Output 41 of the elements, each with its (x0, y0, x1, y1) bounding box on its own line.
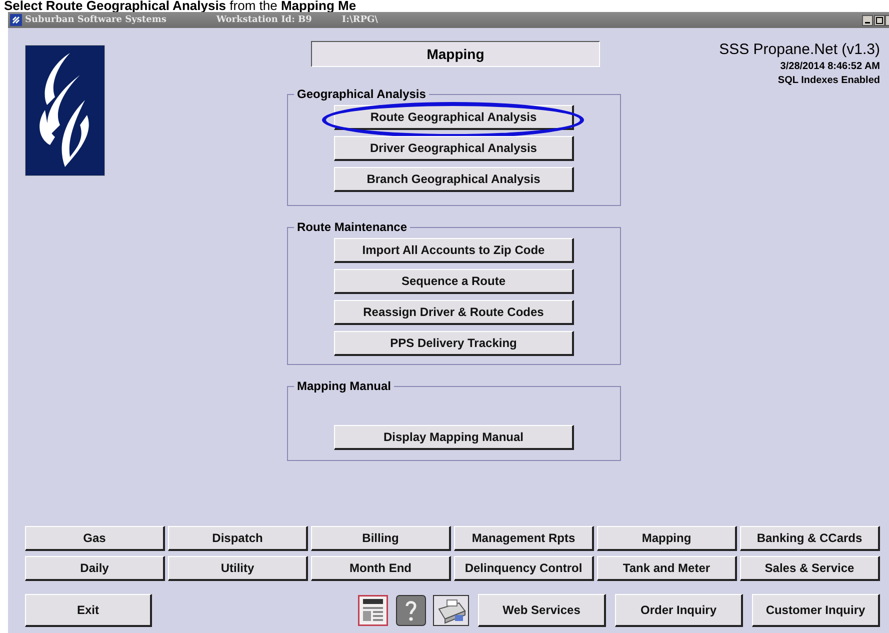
action-button[interactable]: Web Services (478, 594, 606, 626)
caption: Select Route Geographical Analysis from the Mapping Me (3, 0, 356, 12)
module-button[interactable]: Management Rpts (454, 526, 594, 551)
action-button[interactable]: Order Inquiry (615, 594, 743, 626)
group-title: Mapping Manual (296, 379, 392, 393)
window-title: Suburban Software Systems (25, 14, 166, 26)
menu-button[interactable]: Branch Geographical Analysis (334, 167, 574, 192)
action-button[interactable]: Customer Inquiry (752, 594, 880, 626)
menu-button[interactable]: Import All Accounts to Zip Code (334, 238, 574, 263)
module-button[interactable]: Gas (25, 526, 165, 551)
group-title: Route Maintenance (296, 220, 408, 234)
menu-button[interactable]: Route Geographical Analysis (334, 105, 574, 130)
maximize-icon[interactable] (874, 14, 885, 26)
status-text: SQL Indexes Enabled (778, 75, 880, 86)
app-name: SSS Propane.Net (v1.3) (719, 41, 880, 58)
module-button[interactable]: Dispatch (168, 526, 308, 551)
path-label: I:\RPG\ (342, 14, 378, 26)
menu-button[interactable]: Display Mapping Manual (334, 425, 574, 450)
screen-title: Mapping (311, 41, 600, 67)
group-title: Geographical Analysis (296, 87, 427, 101)
module-button[interactable]: Sales & Service (740, 556, 880, 581)
printer-icon[interactable] (433, 594, 469, 626)
module-button[interactable]: Mapping (597, 526, 737, 551)
module-button[interactable]: Daily (25, 556, 165, 581)
menu-button[interactable]: Sequence a Route (334, 269, 574, 294)
menu-button[interactable]: Reassign Driver & Route Codes (334, 300, 574, 325)
action-button[interactable]: Exit (25, 594, 152, 626)
workstation-label: Workstation Id: B9 (216, 14, 312, 26)
module-button[interactable]: Billing (311, 526, 451, 551)
module-button[interactable]: Utility (168, 556, 308, 581)
minimize-icon[interactable] (862, 14, 873, 26)
module-button[interactable]: Banking & CCards (740, 526, 880, 551)
module-button[interactable]: Month End (311, 556, 451, 581)
module-button[interactable]: Tank and Meter (597, 556, 737, 581)
menu-button[interactable]: Driver Geographical Analysis (334, 136, 574, 161)
module-button[interactable]: Delinquency Control (454, 556, 594, 581)
newspaper-icon[interactable] (358, 594, 388, 626)
help-icon[interactable] (396, 594, 426, 626)
app-icon (10, 14, 22, 26)
menu-button[interactable]: PPS Delivery Tracking (334, 331, 574, 356)
date-time: 3/28/2014 8:46:52 AM (780, 61, 880, 72)
